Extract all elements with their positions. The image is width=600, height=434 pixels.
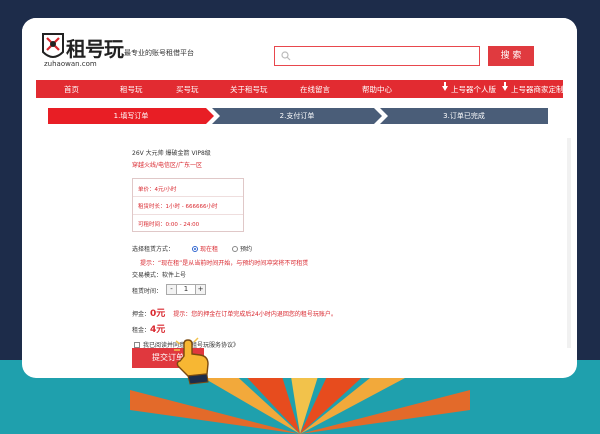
site-header: 租号玩 zuhaowan.com 最专业的账号租借平台 搜 索: [22, 18, 577, 80]
rent-option-now[interactable]: 现在租: [192, 244, 218, 253]
nav-item-home[interactable]: 首页: [64, 84, 79, 95]
nav-item-message[interactable]: 在线留言: [300, 84, 330, 95]
hours-label: 租赁时间：: [132, 288, 163, 295]
rent-tip: 提示：“现在租”是从当前时间开始，与预约时间冲突将不可租赁: [140, 260, 309, 267]
download-icon: [502, 82, 508, 91]
nav-download-business[interactable]: 上号器商家定制版: [502, 82, 571, 95]
logo-text: 租号玩: [66, 37, 124, 61]
product-title: 26V 大元帅 爆破金箭 VIP8级: [132, 150, 211, 157]
site-tagline: 最专业的账号租借平台: [124, 49, 194, 57]
step-pay-order: 2.支付订单: [212, 108, 382, 124]
hours-increment-button[interactable]: +: [196, 285, 205, 294]
duration-info: 租赁时长：1小时 - 666666小时: [138, 204, 218, 210]
step-fill-order: 1.填写订单: [48, 108, 214, 124]
search-button[interactable]: 搜 索: [488, 46, 534, 66]
search-icon: [281, 51, 291, 61]
hours-input[interactable]: 1: [176, 285, 196, 294]
search-box: [274, 46, 480, 66]
nav-download-personal[interactable]: 上号器个人版: [442, 82, 496, 95]
hours-stepper: - 1 +: [166, 284, 206, 295]
rent-option-reserve[interactable]: 预约: [232, 244, 252, 253]
price-info: 单价：4元/小时: [138, 187, 177, 193]
download-icon: [442, 82, 448, 91]
nav-item-buy[interactable]: 买号玩: [176, 84, 199, 95]
rent-label: 租金：: [132, 327, 151, 334]
search-input[interactable]: [293, 49, 473, 63]
logo-domain: zuhaowan.com: [44, 60, 97, 68]
deposit-label: 押金：: [132, 311, 151, 318]
download-personal-label: 上号器个人版: [451, 85, 496, 94]
nav-item-about[interactable]: 关于租号玩: [230, 84, 268, 95]
site-logo[interactable]: 租号玩 zuhaowan.com: [40, 32, 124, 68]
nav-item-rent[interactable]: 租号玩: [120, 84, 143, 95]
rent-value: 4元: [150, 325, 166, 335]
agreement-checkbox[interactable]: [134, 341, 140, 348]
radio-selected-icon: [192, 245, 198, 252]
deposit-tip: 提示：您的押金在订单完成后24小时内退回您的租号玩账户。: [173, 311, 337, 318]
logo-mark-icon: [42, 33, 64, 58]
rent-row: 租金：4元: [132, 322, 165, 335]
main-nav: 首页 租号玩 买号玩 关于租号玩 在线留言 帮助中心 上号器个人版 上号器商家定…: [36, 80, 571, 98]
rent-option-now-label: 现在租: [200, 246, 219, 253]
scrollbar-track[interactable]: [567, 138, 571, 348]
product-info-box: 单价：4元/小时 租赁时长：1小时 - 666666小时 可租时间：0:00 -…: [132, 178, 244, 232]
deposit-value: 0元: [150, 309, 166, 319]
rent-option-reserve-label: 预约: [240, 246, 253, 253]
rent-method-label: 选择租赁方式：: [132, 246, 175, 253]
time-info: 可租时间：0:00 - 24:00: [138, 222, 200, 228]
deposit-row: 押金：0元 提示：您的押金在订单完成后24小时内退回您的租号玩账户。: [132, 306, 337, 319]
nav-item-help[interactable]: 帮助中心: [362, 84, 392, 95]
hours-decrement-button[interactable]: -: [167, 285, 176, 294]
browser-screen: 租号玩 zuhaowan.com 最专业的账号租借平台 搜 索 首页 租号玩 买…: [22, 18, 577, 378]
step-order-complete: 3.订单已完成: [380, 108, 548, 124]
radio-icon: [232, 245, 238, 252]
download-business-label: 上号器商家定制版: [511, 85, 571, 94]
product-region: 穿越火线/电信区/广东一区: [132, 162, 203, 169]
order-steps: 1.填写订单 2.支付订单 3.订单已完成: [48, 108, 548, 124]
trade-mode: 交易模式：软件上号: [132, 272, 187, 279]
pointing-hand-icon: [174, 337, 209, 385]
